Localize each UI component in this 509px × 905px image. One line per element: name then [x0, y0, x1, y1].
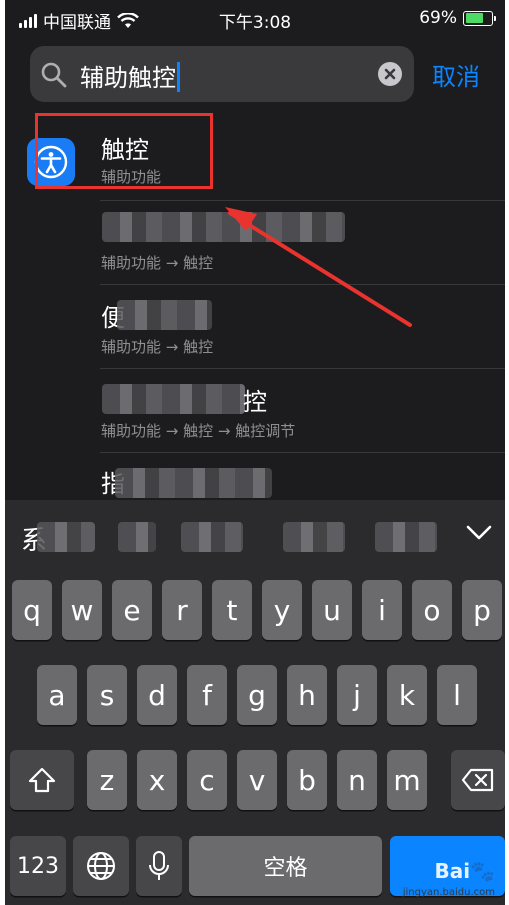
- phone-screen: 中国联通 下午3:08 69% 辅助触控 取消 触控 辅助功能 辅助功能 → 触…: [5, 0, 505, 905]
- annotation-arrow: [225, 207, 412, 327]
